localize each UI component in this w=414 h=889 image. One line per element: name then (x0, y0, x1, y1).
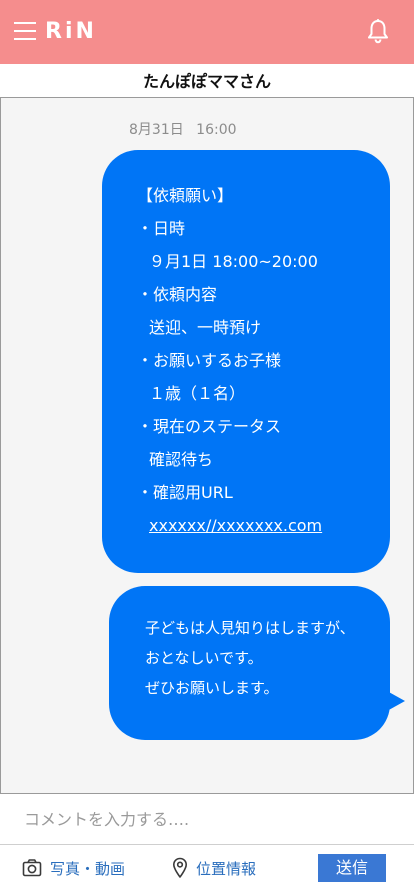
message-line: ・お願いするお子様 (137, 351, 282, 370)
message-bubble-request: 【依頼願い】 ・日時 ９月1日 18:00~20:00 ・依頼内容 送迎、一時預… (102, 150, 390, 573)
composer-toolbar: 写真・動画 位置情報 送信 (0, 846, 414, 889)
message-line: １歳（１名） (149, 384, 246, 403)
bell-icon[interactable] (366, 18, 390, 46)
app-logo: RiN (45, 19, 97, 44)
camera-icon (22, 859, 42, 877)
message-line: おとなしいです。 (145, 649, 263, 667)
message-timestamp: 8月31日 16:00 (129, 122, 237, 138)
message-line: 【依頼願い】 (137, 186, 234, 205)
message-line: 確認待ち (149, 450, 214, 469)
chat-message-area[interactable]: 8月31日 16:00 【依頼願い】 ・日時 ９月1日 18:00~20:00 … (0, 97, 414, 794)
photo-video-button[interactable]: 写真・動画 (22, 856, 125, 880)
message-line: ぜひお願いします。 (145, 679, 279, 697)
app-header: RiN (0, 0, 414, 64)
confirmation-url-link[interactable]: xxxxxx//xxxxxxx.com (137, 516, 390, 549)
message-line: ・現在のステータス (137, 417, 282, 436)
photo-video-label: 写真・動画 (50, 859, 126, 878)
message-line: ・確認用URL (137, 483, 233, 502)
message-line: 子どもは人見知りはしますが、 (145, 619, 355, 637)
bubble-tail (387, 691, 405, 711)
message-line: ・日時 (137, 219, 186, 238)
comment-input[interactable] (0, 795, 414, 845)
message-line: 送迎、一時預け (149, 318, 262, 337)
location-button[interactable]: 位置情報 (172, 856, 256, 880)
message-line: ・依頼内容 (137, 285, 218, 304)
message-bubble-note: 子どもは人見知りはしますが、 おとなしいです。 ぜひお願いします。 (109, 586, 390, 740)
location-label: 位置情報 (196, 859, 257, 878)
send-button[interactable]: 送信 (318, 854, 386, 882)
message-line: ９月1日 18:00~20:00 (149, 252, 318, 271)
hamburger-menu-icon[interactable] (14, 22, 36, 41)
location-pin-icon (173, 857, 187, 878)
conversation-title: たんぽぽママさん (0, 64, 414, 98)
